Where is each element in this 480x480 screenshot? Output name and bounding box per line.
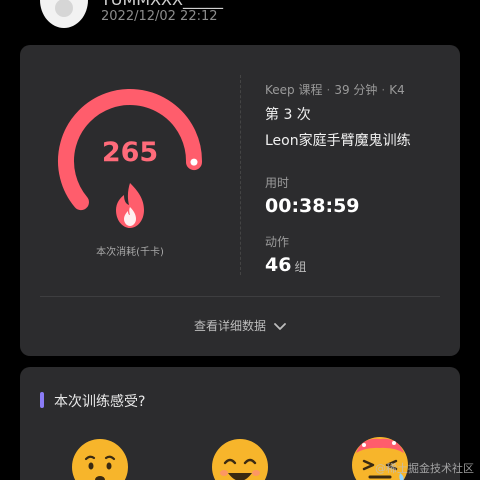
moves-unit: 组 — [294, 260, 307, 274]
calories-gauge: 265 — [56, 85, 204, 235]
time-label: 用时 — [265, 176, 290, 190]
workout-info: Keep 课程 · 39 分钟 · K4 第 3 次 Leon家庭手臂魔鬼训练 用时 0… — [265, 81, 455, 276]
horizontal-divider — [40, 296, 440, 297]
avatar-placeholder-icon — [55, 0, 73, 17]
calories-value: 265 — [101, 137, 159, 168]
course-name[interactable]: Leon家庭手臂魔鬼训练 — [265, 130, 455, 150]
meta-source: Keep 课程 — [265, 83, 323, 97]
watermark: @稀土掘金技术社区 — [375, 462, 474, 475]
avatar[interactable] — [40, 0, 88, 28]
section-accent-bar — [40, 392, 44, 408]
post-header: YUMMXXX_____ 2022/12/02 22:12 — [0, 0, 480, 40]
moves-label: 动作 — [265, 235, 290, 249]
timestamp: 2022/12/02 22:12 — [101, 9, 218, 24]
meta-duration: 39 分钟 — [334, 83, 378, 97]
chevron-down-icon — [274, 320, 286, 334]
course-meta: Keep 课程 · 39 分钟 · K4 — [265, 83, 405, 97]
vertical-divider — [240, 75, 241, 275]
session-count: 第 3 次 — [265, 107, 311, 123]
time-value: 00:38:59 — [265, 195, 360, 217]
moves-value: 46 — [265, 254, 292, 276]
username: YUMMXXX_____ — [101, 0, 321, 9]
calories-label: 本次消耗(千卡) — [96, 247, 164, 258]
feeling-title: 本次训练感受? — [54, 394, 146, 410]
view-details-button[interactable]: 查看详细数据 — [20, 317, 460, 334]
meta-level: K4 — [389, 83, 405, 97]
flame-icon — [116, 183, 144, 228]
view-details-label: 查看详细数据 — [193, 319, 266, 333]
moves-stat: 46 组 — [265, 254, 455, 276]
grinning-face-icon[interactable] — [210, 437, 270, 480]
worried-face-icon[interactable] — [70, 437, 130, 480]
workout-summary-card: 265 本次消耗(千卡) Keep 课程 · 39 分钟 · K4 第 3 次 Leon… — [20, 45, 460, 356]
